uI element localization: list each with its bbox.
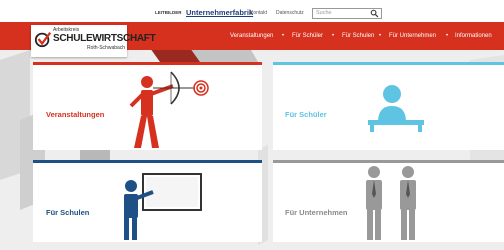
top-pre-brand[interactable]: LEITBILDER: [155, 10, 182, 15]
tile-label-fuer-unternehmen: Für Unternehmen: [285, 208, 348, 217]
nav-separator: •: [446, 33, 449, 39]
nav-separator: •: [282, 33, 285, 39]
tile-accent-bar: [33, 160, 262, 163]
tile-fuer-schueler[interactable]: Für Schüler: [273, 62, 504, 150]
tile-label-fuer-schulen: Für Schulen: [46, 208, 90, 217]
teacher-board-icon: [124, 173, 202, 240]
datenschutz-link[interactable]: Datenschutz: [276, 10, 304, 16]
search-icon[interactable]: [370, 9, 379, 18]
kontakt-link[interactable]: Kontakt: [250, 10, 267, 16]
nav-separator: •: [332, 33, 335, 39]
nav-item-informationen[interactable]: Informationen: [455, 33, 492, 39]
archer-icon: [129, 71, 209, 148]
businessmen-icon: [366, 166, 416, 240]
search-placeholder: Suche: [316, 10, 332, 16]
tile-fuer-unternehmen[interactable]: Für Unternehmen: [273, 160, 504, 242]
logo-line-2: SCHULEWIRTSCHAFT: [53, 33, 156, 44]
tile-label-veranstaltungen: Veranstaltungen: [46, 110, 105, 119]
tile-veranstaltungen[interactable]: Veranstaltungen: [33, 62, 262, 150]
checkmark-logo-icon: [34, 32, 52, 48]
nav-item-veranstaltungen[interactable]: Veranstaltungen: [230, 33, 273, 39]
tile-fuer-schulen[interactable]: Für Schulen: [33, 160, 262, 242]
tile-accent-bar: [33, 62, 262, 65]
search-input[interactable]: Suche: [312, 8, 382, 19]
student-desk-icon: [368, 85, 424, 132]
nav-item-fuer-schueler[interactable]: Für Schüler: [292, 33, 323, 39]
tile-accent-bar: [273, 160, 504, 163]
tile-accent-bar: [273, 62, 504, 65]
nav-separator: •: [379, 33, 382, 39]
logo-line-3: Roth-Schwabach: [87, 45, 126, 51]
top-utility-bar: LEITBILDER Unternehmerfabrik Kontakt Dat…: [0, 0, 504, 22]
tile-label-fuer-schueler: Für Schüler: [285, 110, 327, 119]
unternehmerfabrik-link[interactable]: Unternehmerfabrik: [186, 8, 253, 17]
site-logo[interactable]: Arbeitskreis SCHULEWIRTSCHAFT Roth-Schwa…: [31, 25, 156, 57]
nav-item-fuer-schulen[interactable]: Für Schulen: [342, 33, 374, 39]
nav-item-fuer-unternehmen[interactable]: Für Unternehmen: [389, 33, 436, 39]
